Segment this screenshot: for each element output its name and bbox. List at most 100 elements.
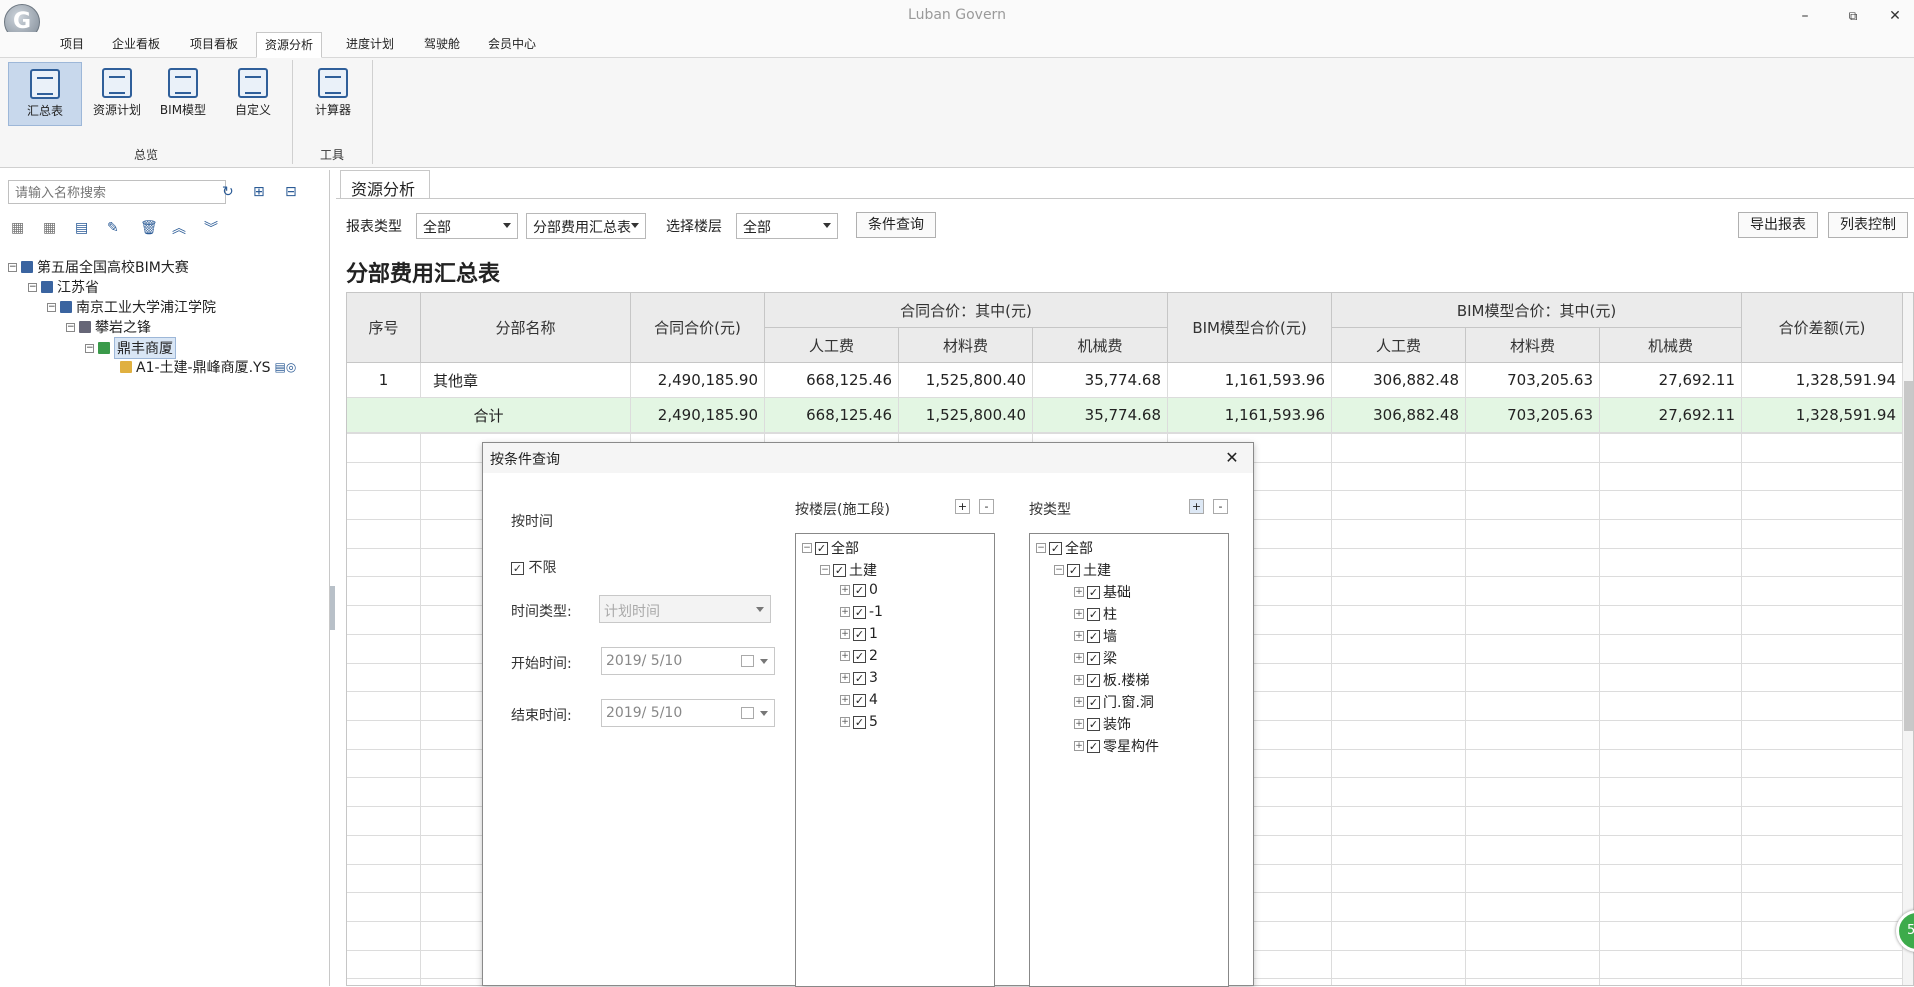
type-tree-item[interactable]: + ✓ 装饰 bbox=[1074, 714, 1131, 734]
header-machine[interactable]: 机械费 bbox=[1033, 328, 1168, 363]
type-tree-group[interactable]: − ✓ 土建 bbox=[1054, 560, 1111, 580]
cell-bim-total[interactable]: 1,161,593.96 bbox=[1168, 363, 1332, 398]
floor-tree-item[interactable]: + ✓ -1 bbox=[840, 604, 883, 620]
type-tree-item[interactable]: + ✓ 梁 bbox=[1074, 648, 1117, 668]
type-expand-button[interactable]: + bbox=[1189, 499, 1204, 514]
condition-query-button[interactable]: 条件查询 bbox=[856, 212, 936, 238]
floor-expand-button[interactable]: + bbox=[955, 499, 970, 514]
collapse-icon[interactable]: − bbox=[802, 543, 812, 553]
delete-icon[interactable]: 🗑 bbox=[140, 220, 158, 236]
floor-tree-item[interactable]: + ✓ 1 bbox=[840, 626, 878, 642]
expand-icon[interactable]: + bbox=[1074, 719, 1084, 729]
end-date-picker[interactable]: 2019/ 5/10 bbox=[601, 699, 775, 727]
checkbox-checked-icon[interactable]: ✓ bbox=[1049, 541, 1062, 555]
total-contract-total[interactable]: 2,490,185.90 bbox=[631, 398, 765, 433]
add-node-icon[interactable]: ▦ bbox=[11, 220, 24, 236]
total-machine[interactable]: 35,774.68 bbox=[1033, 398, 1168, 433]
total-bim-total[interactable]: 1,161,593.96 bbox=[1168, 398, 1332, 433]
cell-seq[interactable]: 1 bbox=[347, 363, 421, 398]
expand-icon[interactable]: + bbox=[1074, 675, 1084, 685]
checkbox-checked-icon[interactable]: ✓ bbox=[815, 541, 828, 555]
unlimited-checkbox[interactable]: ✓ 不限 bbox=[511, 557, 556, 577]
collapse-icon[interactable]: − bbox=[28, 282, 37, 292]
cell-diff[interactable]: 1,328,591.94 bbox=[1742, 363, 1903, 398]
checkbox-checked-icon[interactable]: ✓ bbox=[833, 563, 846, 577]
expand-icon[interactable]: + bbox=[1074, 653, 1084, 663]
floor-tree-item[interactable]: + ✓ 0 bbox=[840, 582, 878, 598]
expand-icon[interactable]: + bbox=[840, 629, 850, 639]
calculator-button[interactable]: 计算器 bbox=[296, 62, 370, 126]
tree-node-model-file[interactable]: A1-土建-鼎峰商厦.YS ▤◎ bbox=[120, 357, 296, 377]
expand-icon[interactable]: + bbox=[1074, 697, 1084, 707]
custom-button[interactable]: 自定义 bbox=[216, 62, 290, 126]
search-input[interactable] bbox=[8, 180, 226, 204]
header-diff[interactable]: 合价差额(元) bbox=[1742, 293, 1903, 363]
floor-collapse-button[interactable]: - bbox=[979, 499, 994, 514]
add-child-icon[interactable]: ▦ bbox=[43, 220, 56, 236]
expand-icon[interactable]: + bbox=[840, 585, 850, 595]
checkbox-checked-icon[interactable]: ✓ bbox=[1087, 607, 1100, 621]
cell-labor[interactable]: 668,125.46 bbox=[765, 363, 899, 398]
close-button[interactable]: ✕ bbox=[1885, 6, 1905, 26]
header-bim-labor[interactable]: 人工费 bbox=[1332, 328, 1466, 363]
header-bim-total[interactable]: BIM模型合价(元) bbox=[1168, 293, 1332, 363]
checkbox-checked-icon[interactable]: ✓ bbox=[853, 627, 866, 641]
tab-resource-analysis[interactable]: 资源分析 bbox=[340, 170, 430, 199]
expand-icon[interactable]: + bbox=[1074, 631, 1084, 641]
type-tree-item[interactable]: + ✓ 墙 bbox=[1074, 626, 1117, 646]
checkbox-checked-icon[interactable]: ✓ bbox=[853, 605, 866, 619]
checkbox-checked-icon[interactable]: ✓ bbox=[1067, 563, 1080, 577]
checkbox-checked-icon[interactable]: ✓ bbox=[853, 649, 866, 663]
menu-tab-member-center[interactable]: 会员中心 bbox=[480, 32, 544, 58]
checkbox-checked-icon[interactable]: ✓ bbox=[1087, 585, 1100, 599]
collapse-icon[interactable]: − bbox=[8, 262, 17, 272]
collapse-icon[interactable]: − bbox=[820, 565, 830, 575]
header-contract-total[interactable]: 合同合价(元) bbox=[631, 293, 765, 363]
header-bim-material[interactable]: 材料费 bbox=[1466, 328, 1600, 363]
cell-bim-labor[interactable]: 306,882.48 bbox=[1332, 363, 1466, 398]
total-bim-labor[interactable]: 306,882.48 bbox=[1332, 398, 1466, 433]
menu-tab-resource-analysis[interactable]: 资源分析 bbox=[256, 32, 323, 58]
expand-all-icon[interactable]: ⊞ bbox=[253, 184, 265, 200]
collapse-icon[interactable]: − bbox=[1036, 543, 1046, 553]
expand-icon[interactable]: + bbox=[840, 651, 850, 661]
cell-contract-total[interactable]: 2,490,185.90 bbox=[631, 363, 765, 398]
model-status-icon[interactable]: ▤◎ bbox=[274, 360, 296, 374]
menu-tab-enterprise-board[interactable]: 企业看板 bbox=[104, 32, 168, 58]
cell-bim-material[interactable]: 703,205.63 bbox=[1466, 363, 1600, 398]
dialog-close-icon[interactable]: ✕ bbox=[1221, 447, 1243, 469]
expand-icon[interactable]: + bbox=[1074, 609, 1084, 619]
cell-material[interactable]: 1,525,800.40 bbox=[899, 363, 1033, 398]
move-up-icon[interactable]: ︽ bbox=[172, 218, 186, 238]
calendar-icon[interactable] bbox=[741, 655, 754, 667]
cell-name[interactable]: 其他章 bbox=[421, 363, 631, 398]
floor-tree-group[interactable]: − ✓ 土建 bbox=[820, 560, 877, 580]
time-type-select[interactable]: 计划时间 bbox=[599, 595, 771, 623]
menu-tab-project-board[interactable]: 项目看板 bbox=[182, 32, 246, 58]
expand-icon[interactable]: + bbox=[840, 607, 850, 617]
expand-icon[interactable]: + bbox=[840, 717, 850, 727]
collapse-icon[interactable]: − bbox=[47, 302, 56, 312]
checkbox-checked-icon[interactable]: ✓ bbox=[853, 583, 866, 597]
checkbox-checked-icon[interactable]: ✓ bbox=[511, 561, 524, 575]
checkbox-checked-icon[interactable]: ✓ bbox=[1087, 695, 1100, 709]
type-tree-item[interactable]: + ✓ 基础 bbox=[1074, 582, 1131, 602]
floor-tree-item[interactable]: + ✓ 4 bbox=[840, 692, 878, 708]
checkbox-checked-icon[interactable]: ✓ bbox=[1087, 717, 1100, 731]
expand-icon[interactable]: + bbox=[840, 695, 850, 705]
column-control-button[interactable]: 列表控制 bbox=[1828, 212, 1908, 238]
menu-tab-cockpit[interactable]: 驾驶舱 bbox=[416, 32, 468, 58]
tree-node-school[interactable]: − 南京工业大学浦江学院 bbox=[47, 297, 216, 317]
header-seq[interactable]: 序号 bbox=[347, 293, 421, 363]
summary-table-button[interactable]: 汇总表 bbox=[8, 62, 82, 126]
checkbox-checked-icon[interactable]: ✓ bbox=[853, 715, 866, 729]
tree-node-competition[interactable]: − 第五届全国高校BIM大赛 bbox=[8, 257, 189, 277]
header-bim-machine[interactable]: 机械费 bbox=[1600, 328, 1742, 363]
total-label-cell[interactable]: 合计 bbox=[347, 398, 631, 433]
floor-tree-item[interactable]: + ✓ 5 bbox=[840, 714, 878, 730]
minimize-button[interactable]: – bbox=[1795, 6, 1815, 26]
export-report-button[interactable]: 导出报表 bbox=[1738, 212, 1818, 238]
header-labor[interactable]: 人工费 bbox=[765, 328, 899, 363]
floor-select[interactable]: 全部 bbox=[736, 213, 838, 239]
restore-button[interactable]: ⧉ bbox=[1843, 6, 1863, 26]
